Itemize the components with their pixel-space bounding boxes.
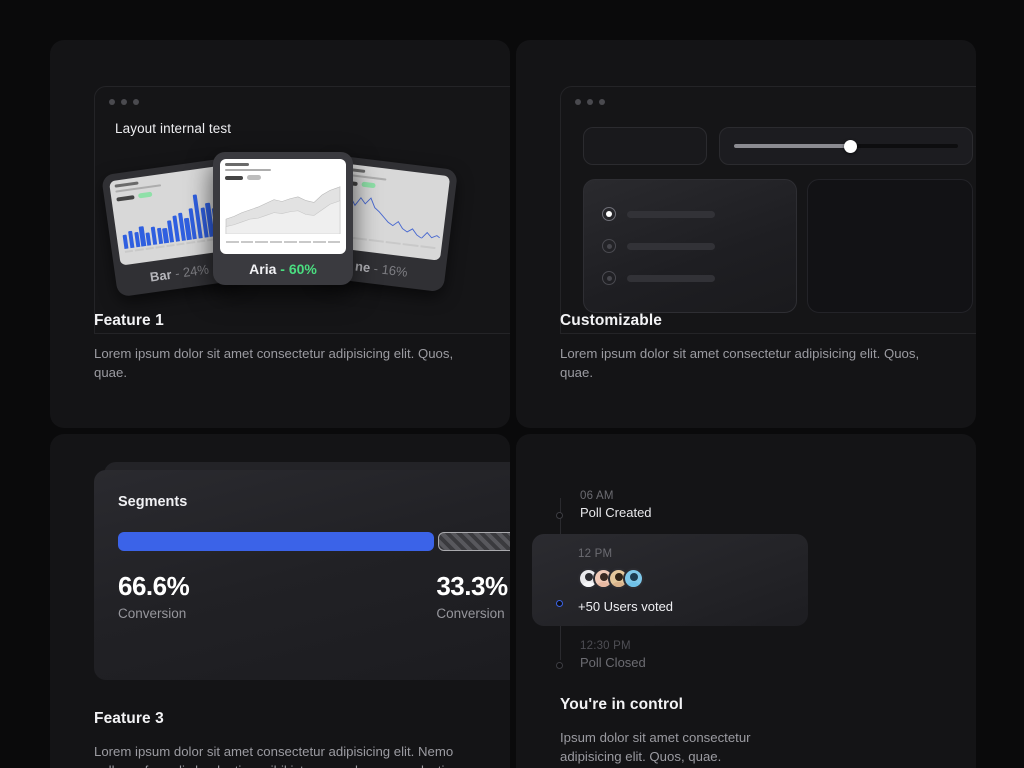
timeline-label: Poll Closed bbox=[580, 655, 646, 670]
timeline-item[interactable]: 06 AM Poll Created bbox=[556, 490, 976, 520]
mini-card-value: 60% bbox=[288, 261, 317, 277]
mini-card-label: Bar bbox=[148, 266, 173, 285]
timeline-item[interactable]: 12:30 PM Poll Closed bbox=[556, 640, 976, 670]
segments-bar-chart bbox=[118, 532, 510, 551]
segments-title: Segments bbox=[118, 494, 188, 510]
segment-bar-hatched bbox=[437, 532, 510, 551]
mini-card-separator: - bbox=[372, 260, 380, 277]
feature-body: Lorem ipsum dolor sit amet consectetur a… bbox=[94, 744, 458, 768]
timeline-dot-icon bbox=[556, 662, 563, 669]
segment-bar-filled bbox=[118, 532, 434, 551]
radio-button-icon[interactable] bbox=[602, 271, 616, 285]
segments-stack: Segments 66.6% Conversion 33.3% Conversi… bbox=[94, 462, 510, 680]
radio-button-icon[interactable] bbox=[602, 239, 616, 253]
feature-title: Feature 1 bbox=[94, 312, 164, 329]
feature-card-control[interactable]: 06 AM Poll Created 12 PM +50 Users voted… bbox=[516, 434, 976, 768]
radio-option-placeholder bbox=[627, 274, 715, 282]
mini-card-stack: Bar - 24% ne - 16% Aria - 60% bbox=[95, 144, 510, 298]
radio-option-row[interactable] bbox=[584, 230, 796, 262]
feature-title: You're in control bbox=[560, 696, 684, 713]
cards-grid: Layout internal test Bar - 24% ne - 16% … bbox=[50, 40, 976, 768]
area-chart-axis bbox=[220, 239, 346, 243]
segment-stat: 33.3% Conversion bbox=[436, 571, 510, 621]
timeline: 06 AM Poll Created 12 PM +50 Users voted… bbox=[516, 490, 976, 670]
feature-3-text: Feature 3 Lorem ipsum dolor sit amet con… bbox=[50, 710, 510, 768]
frame-title: Layout internal test bbox=[115, 121, 232, 136]
mini-card-separator: - bbox=[174, 265, 181, 282]
control-text: You're in control Ipsum dolor sit amet c… bbox=[516, 696, 976, 766]
thumb-header bbox=[220, 159, 346, 180]
feature-card-3[interactable]: Segments 66.6% Conversion 33.3% Conversi… bbox=[50, 434, 510, 768]
timeline-label: Poll Created bbox=[580, 505, 652, 520]
window-dot-icon bbox=[133, 99, 139, 105]
browser-frame-1: Layout internal test Bar - 24% ne - 16% … bbox=[94, 86, 510, 334]
slider-fill bbox=[734, 144, 851, 148]
window-dot-icon bbox=[599, 99, 605, 105]
feature-card-customizable[interactable]: Customizable Lorem ipsum dolor sit amet … bbox=[516, 40, 976, 428]
timeline-time: 12 PM bbox=[578, 548, 613, 560]
feature-body: Lorem ipsum dolor sit amet consectetur a… bbox=[560, 346, 920, 380]
mini-card-value: 24% bbox=[181, 261, 210, 280]
timeline-item-active[interactable]: 12 PM +50 Users voted bbox=[532, 534, 808, 626]
window-dot-icon bbox=[587, 99, 593, 105]
controls-row bbox=[561, 105, 976, 165]
feature-title: Customizable bbox=[560, 312, 662, 329]
area-chart-svg bbox=[225, 186, 341, 235]
radio-button-icon[interactable] bbox=[602, 207, 616, 221]
mini-card-value: 16% bbox=[380, 261, 409, 280]
segments-values: 66.6% Conversion 33.3% Conversion bbox=[118, 571, 510, 621]
timeline-time: 06 AM bbox=[580, 490, 614, 502]
feature-body: Lorem ipsum dolor sit amet consectetur a… bbox=[94, 346, 454, 380]
customizable-text: Customizable Lorem ipsum dolor sit amet … bbox=[516, 312, 976, 382]
mini-card-separator: - bbox=[280, 261, 285, 277]
avatar-group bbox=[578, 568, 790, 589]
window-dots bbox=[95, 87, 510, 105]
timeline-dot-icon bbox=[556, 512, 563, 519]
timeline-time: 12:30 PM bbox=[580, 640, 631, 652]
mini-card-aria[interactable]: Aria - 60% bbox=[213, 152, 353, 285]
window-dots bbox=[561, 87, 976, 105]
window-dot-icon bbox=[121, 99, 127, 105]
feature-card-1[interactable]: Layout internal test Bar - 24% ne - 16% … bbox=[50, 40, 510, 428]
feature-body: Ipsum dolor sit amet consectetur adipisi… bbox=[560, 730, 751, 764]
segment-label: Conversion bbox=[118, 606, 187, 621]
timeline-dot-active-icon bbox=[556, 600, 563, 607]
window-dot-icon bbox=[575, 99, 581, 105]
timeline-label: +50 Users voted bbox=[578, 599, 674, 614]
feature-1-text: Feature 1 Lorem ipsum dolor sit amet con… bbox=[50, 312, 510, 382]
radio-option-row[interactable] bbox=[584, 262, 796, 294]
segment-value: 66.6% bbox=[118, 571, 190, 601]
side-preview-panel bbox=[807, 179, 973, 313]
slider-thumb[interactable] bbox=[844, 140, 858, 153]
avatar bbox=[623, 568, 644, 589]
radio-option-panel bbox=[583, 179, 797, 313]
empty-input-pill[interactable] bbox=[583, 127, 707, 165]
radio-option-placeholder bbox=[627, 242, 715, 250]
segment-stat: 66.6% Conversion bbox=[118, 571, 436, 621]
mini-card-label: Aria bbox=[249, 261, 277, 277]
segment-label: Conversion bbox=[436, 606, 505, 621]
radio-option-placeholder bbox=[627, 210, 715, 218]
slider-track[interactable] bbox=[734, 140, 958, 153]
radio-option-row[interactable] bbox=[584, 198, 796, 230]
slider-control[interactable] bbox=[719, 127, 973, 165]
mini-card-label: ne bbox=[354, 258, 372, 276]
feature-title: Feature 3 bbox=[94, 710, 164, 727]
area-chart-thumbnail bbox=[220, 159, 346, 254]
options-row bbox=[561, 165, 976, 313]
feature-grid-page: Layout internal test Bar - 24% ne - 16% … bbox=[0, 0, 1024, 768]
segments-panel: Segments 66.6% Conversion 33.3% Conversi… bbox=[94, 470, 510, 680]
window-dot-icon bbox=[109, 99, 115, 105]
mini-card-caption: Aria - 60% bbox=[213, 261, 353, 277]
segment-value: 33.3% bbox=[436, 571, 508, 601]
browser-frame-2 bbox=[560, 86, 976, 334]
